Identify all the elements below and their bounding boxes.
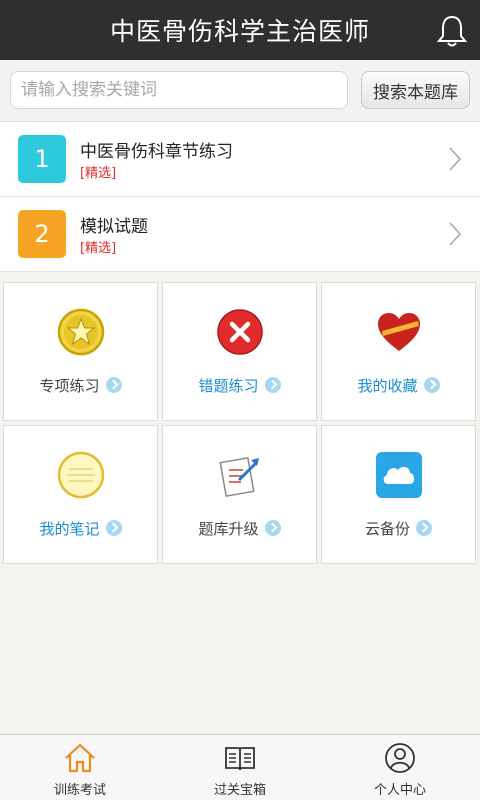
star-badge-icon (57, 308, 104, 356)
grid-item-label: 我的笔记 (4, 518, 157, 539)
grid-item-cloud-backup[interactable]: 云备份 (321, 425, 476, 564)
red-x-icon (216, 309, 263, 355)
tab-training-exam[interactable]: 训练考试 (0, 735, 160, 800)
home-icon (65, 743, 95, 773)
chapter-number-badge: 1 (18, 135, 66, 183)
arrow-circle-icon (105, 520, 122, 536)
tab-personal-center[interactable]: 个人中心 (320, 735, 480, 800)
grid-item-label: 云备份 (322, 518, 475, 539)
grid-item-label: 错题练习 (163, 375, 316, 396)
chapter-name: 模拟试题 (80, 217, 148, 237)
chevron-right-icon (449, 222, 462, 246)
tab-treasure-box[interactable]: 过关宝箱 (160, 735, 320, 800)
list-item-mock-exam[interactable]: 2 模拟试题 [精选] (0, 197, 480, 272)
label-text: 我的笔记 (39, 520, 100, 538)
chevron-right-icon (449, 147, 462, 171)
chapter-name: 中医骨伤科章节练习 (80, 142, 233, 162)
grid-item-favorites[interactable]: 我的收藏 (321, 282, 476, 421)
grid-item-notes[interactable]: 我的笔记 (3, 425, 158, 564)
grid-item-upgrade[interactable]: 题库升级 (162, 425, 317, 564)
tab-label: 训练考试 (53, 783, 106, 798)
cloud-icon (375, 452, 422, 498)
bottom-tab-bar: 训练考试 过关宝箱 个人中心 (0, 734, 480, 800)
search-button[interactable]: 搜索本题库 (361, 71, 470, 109)
search-input[interactable] (10, 71, 348, 109)
chapter-number-badge: 2 (18, 210, 66, 258)
label-text: 专项练习 (39, 377, 100, 395)
arrow-circle-icon (416, 520, 432, 536)
search-bar: 搜索本题库 (0, 60, 480, 122)
app-header: 中医骨伤科学主治医师 (0, 0, 480, 60)
label-text: 错题练习 (198, 377, 259, 395)
page-title: 中医骨伤科学主治医师 (109, 17, 370, 46)
tab-label: 过关宝箱 (213, 783, 266, 798)
upgrade-document-icon (218, 456, 259, 498)
arrow-circle-icon (423, 377, 440, 393)
grid-item-label: 专项练习 (4, 375, 157, 396)
arrow-circle-icon (264, 377, 281, 393)
chapter-list: 1 中医骨伤科章节练习 [精选] 2 模拟试题 [精选] (0, 122, 480, 272)
arrow-circle-icon (264, 520, 281, 536)
grid-item-label: 我的收藏 (322, 375, 475, 396)
notepad-icon (57, 451, 104, 499)
heart-icon (377, 313, 420, 351)
person-icon (385, 743, 415, 773)
list-item-chapter-exercise[interactable]: 1 中医骨伤科章节练习 [精选] (0, 122, 480, 197)
label-text: 题库升级 (198, 520, 259, 538)
grid-item-special-practice[interactable]: 专项练习 (3, 282, 158, 421)
grid-item-label: 题库升级 (163, 518, 316, 539)
featured-tag: [精选] (80, 241, 117, 256)
bell-icon[interactable] (436, 14, 468, 48)
arrow-circle-icon (105, 377, 122, 393)
grid-item-wrong-questions[interactable]: 错题练习 (162, 282, 317, 421)
label-text: 我的收藏 (357, 377, 418, 395)
tab-label: 个人中心 (373, 783, 426, 798)
book-icon (225, 747, 255, 771)
featured-tag: [精选] (80, 166, 117, 181)
label-text: 云备份 (364, 520, 410, 538)
